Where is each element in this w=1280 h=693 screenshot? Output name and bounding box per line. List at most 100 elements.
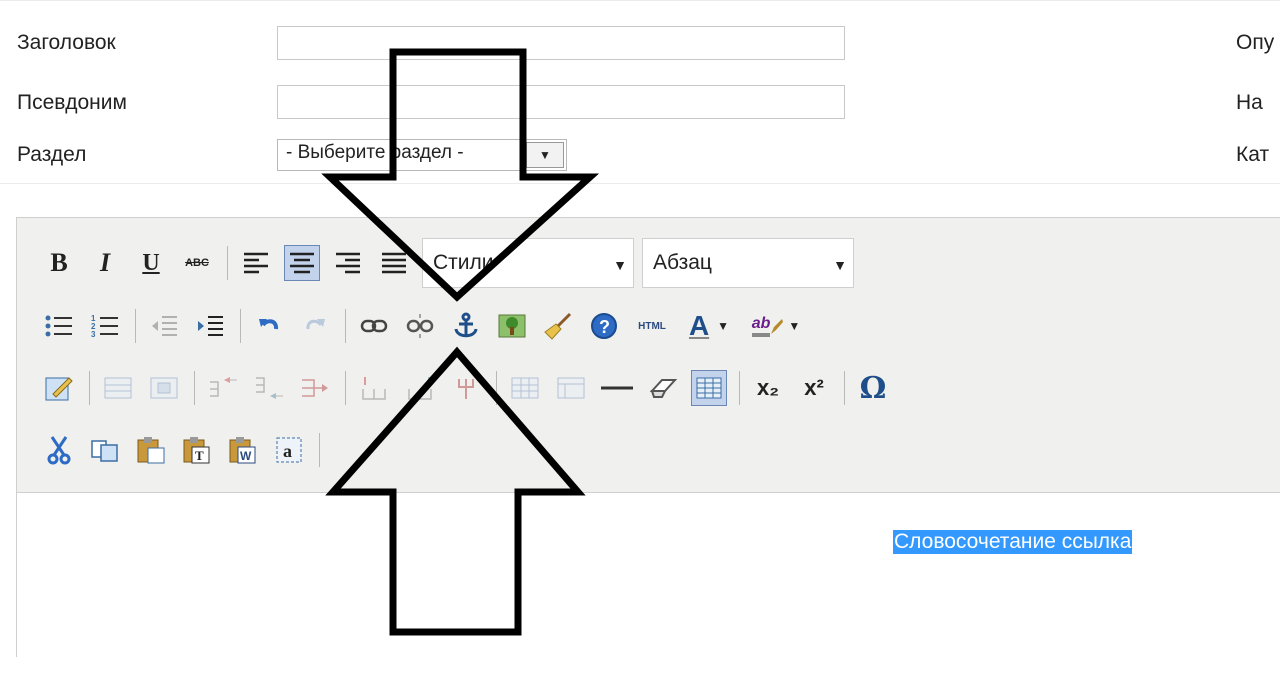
chevron-down-icon[interactable]: ▼ bbox=[526, 142, 564, 168]
help-icon: ? bbox=[591, 313, 617, 339]
chevron-down-icon: ▼ bbox=[833, 257, 847, 273]
format-dropdown[interactable]: Абзац ▼ bbox=[642, 238, 854, 288]
highlight-color-button[interactable]: ab ▼ bbox=[746, 308, 806, 344]
editor-content-area[interactable]: Словосочетание ссылка bbox=[17, 493, 1280, 693]
paste-text-icon: T bbox=[183, 437, 210, 464]
eraser-icon bbox=[649, 379, 678, 398]
numbered-list-button[interactable]: 123 bbox=[87, 308, 123, 344]
section-label: Раздел bbox=[17, 143, 87, 166]
toolbar-separator bbox=[89, 371, 90, 405]
cleanup-button[interactable] bbox=[540, 308, 576, 344]
html-source-button[interactable]: HTML bbox=[632, 308, 672, 344]
split-cells-button[interactable] bbox=[507, 370, 543, 406]
styles-dropdown[interactable]: Стили ▼ bbox=[422, 238, 634, 288]
merge-cells-button[interactable] bbox=[553, 370, 589, 406]
help-button[interactable]: ? bbox=[586, 308, 622, 344]
align-right-button[interactable] bbox=[330, 245, 366, 281]
paste-word-button[interactable]: W bbox=[225, 432, 261, 468]
redo-icon bbox=[306, 319, 325, 330]
indent-icon bbox=[198, 316, 223, 336]
alias-input[interactable] bbox=[277, 85, 845, 119]
underline-button[interactable]: U bbox=[133, 245, 169, 281]
strikethrough-button[interactable]: ABC bbox=[179, 245, 215, 281]
undo-icon bbox=[259, 319, 279, 330]
toolbar-separator bbox=[844, 371, 845, 405]
italic-button[interactable]: I bbox=[87, 245, 123, 281]
copy-icon bbox=[91, 440, 118, 462]
svg-text:?: ? bbox=[599, 317, 610, 337]
scissors-icon bbox=[47, 436, 71, 465]
undo-button[interactable] bbox=[251, 308, 287, 344]
bullet-list-button[interactable] bbox=[41, 308, 77, 344]
toolbar-separator bbox=[496, 371, 497, 405]
insert-column-before-button[interactable] bbox=[356, 370, 392, 406]
insert-image-button[interactable] bbox=[494, 308, 530, 344]
visual-aid-button[interactable] bbox=[691, 370, 727, 406]
anchor-button[interactable] bbox=[448, 308, 484, 344]
table-cell-icon bbox=[150, 377, 178, 399]
redo-button[interactable] bbox=[297, 308, 333, 344]
toolbar-row-2: 123 ? HTML A ▼ ab ▼ bbox=[41, 306, 816, 346]
delete-row-button[interactable] bbox=[297, 370, 333, 406]
paste-icon bbox=[137, 437, 165, 464]
category-label: Кат bbox=[1236, 143, 1270, 166]
delete-column-icon bbox=[458, 379, 474, 399]
horizontal-rule-button[interactable] bbox=[599, 370, 635, 406]
unlink-button[interactable] bbox=[402, 308, 438, 344]
align-left-icon bbox=[244, 252, 268, 274]
chevron-down-icon: ▼ bbox=[613, 257, 627, 273]
font-color-letter: A bbox=[688, 310, 710, 341]
title-input[interactable] bbox=[277, 26, 845, 60]
alias-label: Псевдоним bbox=[17, 91, 127, 114]
selected-link-text[interactable]: Словосочетание ссылка bbox=[893, 530, 1133, 554]
indent-button[interactable] bbox=[192, 308, 228, 344]
table-row-icon bbox=[104, 377, 132, 399]
svg-text:3: 3 bbox=[91, 330, 96, 338]
align-justify-button[interactable] bbox=[376, 245, 412, 281]
edit-css-button[interactable] bbox=[41, 370, 77, 406]
delete-row-icon bbox=[302, 379, 328, 397]
section-select-value: - Выберите раздел - bbox=[286, 142, 464, 163]
toolbar-separator bbox=[240, 309, 241, 343]
merge-cells-icon bbox=[557, 377, 585, 399]
unlink-icon bbox=[406, 314, 434, 338]
cut-button[interactable] bbox=[41, 432, 77, 468]
delete-column-button[interactable] bbox=[448, 370, 484, 406]
insert-row-after-button[interactable] bbox=[251, 370, 287, 406]
table-row-props-button[interactable] bbox=[100, 370, 136, 406]
broom-icon bbox=[544, 312, 572, 340]
align-left-button[interactable] bbox=[238, 245, 274, 281]
select-all-button[interactable]: a bbox=[271, 432, 307, 468]
toolbar-separator bbox=[135, 309, 136, 343]
numbered-list-icon: 123 bbox=[91, 314, 118, 338]
format-dropdown-value: Абзац bbox=[653, 251, 712, 274]
insert-row-before-button[interactable] bbox=[205, 370, 241, 406]
align-center-button[interactable] bbox=[284, 245, 320, 281]
outdent-button[interactable] bbox=[146, 308, 182, 344]
outdent-icon bbox=[152, 316, 177, 336]
remove-format-button[interactable] bbox=[645, 370, 681, 406]
title-label: Заголовок bbox=[17, 31, 116, 54]
special-char-button[interactable]: Ω bbox=[855, 370, 891, 406]
split-cells-icon bbox=[511, 377, 539, 399]
insert-row-before-icon bbox=[210, 377, 237, 397]
horizontal-rule-icon bbox=[601, 386, 633, 390]
anchor-icon bbox=[454, 312, 478, 338]
copy-button[interactable] bbox=[87, 432, 123, 468]
section-select[interactable]: - Выберите раздел - ▼ bbox=[277, 139, 567, 171]
bold-button[interactable]: B bbox=[41, 245, 77, 281]
font-color-button[interactable]: A ▼ bbox=[682, 308, 736, 344]
insert-column-after-button[interactable] bbox=[402, 370, 438, 406]
edit-document-icon bbox=[45, 377, 73, 401]
svg-text:T: T bbox=[195, 448, 204, 463]
paste-button[interactable] bbox=[133, 432, 169, 468]
publish-label: Опу bbox=[1236, 31, 1275, 54]
paste-text-button[interactable]: T bbox=[179, 432, 215, 468]
insert-column-after-icon bbox=[408, 377, 432, 400]
insert-column-before-icon bbox=[362, 377, 386, 400]
superscript-button[interactable]: x² bbox=[796, 370, 832, 406]
subscript-button[interactable]: x₂ bbox=[750, 370, 786, 406]
table-cell-props-button[interactable] bbox=[146, 370, 182, 406]
align-center-icon bbox=[290, 252, 314, 274]
insert-link-button[interactable] bbox=[356, 308, 392, 344]
